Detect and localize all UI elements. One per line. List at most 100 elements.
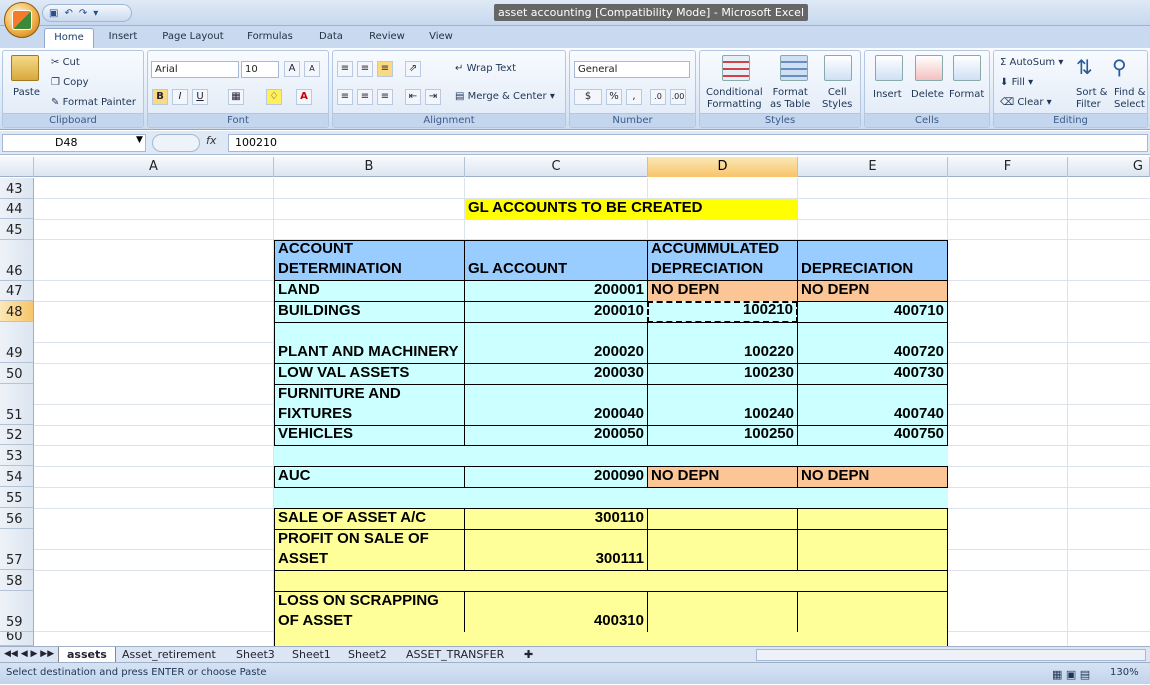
orientation-icon[interactable]: ⇗ [405,61,421,77]
cell-e49[interactable]: 400720 [797,322,948,364]
column-header-a[interactable]: A [34,157,274,177]
redo-icon[interactable]: ↷ [79,8,87,19]
insert-function-button[interactable]: fx [206,134,226,152]
cell-d49[interactable]: 100220 [647,322,798,364]
worksheet-grid[interactable]: 43 44 45 46 47 48 49 50 51 52 53 54 55 5… [0,178,1150,646]
delete-cells-icon[interactable] [915,55,943,81]
cell-e52[interactable]: 400750 [797,425,948,446]
row-header-43[interactable]: 43 [0,178,34,199]
insert-cells-icon[interactable] [875,55,903,81]
format-as-table-icon[interactable] [780,55,808,81]
row-header-53[interactable]: 53 [0,445,34,466]
cell-d59[interactable] [647,591,798,633]
cell-e47[interactable]: NO DEPN [797,280,948,302]
blank-row-53[interactable] [274,446,948,466]
sheet-tab-sheet3[interactable]: Sheet3 [228,647,283,663]
formula-input[interactable]: 100210 [228,134,1148,152]
select-all-corner[interactable] [0,157,34,177]
sheet-nav-icons[interactable]: ◀◀ ◀ ▶ ▶▶ [2,647,56,663]
header-depreciation[interactable]: DEPRECIATION [797,240,948,281]
cell-b49[interactable]: PLANT AND MACHINERY [274,322,465,364]
row-header-44[interactable]: 44 [0,199,34,219]
row-header-57[interactable]: 57 [0,529,34,570]
fill-button[interactable]: ⬇ Fill ▾ [1000,77,1033,88]
find-select-icon[interactable]: ⚲ [1112,55,1127,79]
tab-review[interactable]: Review [362,28,412,48]
conditional-formatting-icon[interactable] [722,55,750,81]
cell-d57[interactable] [647,529,798,571]
row-header-54[interactable]: 54 [0,466,34,487]
percent-button[interactable]: % [606,89,622,105]
column-header-c[interactable]: C [465,157,648,177]
title-cell[interactable]: GL ACCOUNTS TO BE CREATED [465,199,798,219]
align-left-icon[interactable]: ≡ [337,89,353,105]
column-header-b[interactable]: B [274,157,465,177]
comma-button[interactable]: , [626,89,642,105]
row-header-45[interactable]: 45 [0,219,34,240]
name-box-dropdown-icon[interactable]: ▼ [136,135,143,145]
row-header-52[interactable]: 52 [0,425,34,445]
cell-b52[interactable]: VEHICLES [274,425,465,446]
italic-button[interactable]: I [172,89,188,105]
fill-color-icon[interactable]: ♢ [266,89,282,105]
cell-b59[interactable]: LOSS ON SCRAPPING OF ASSET [274,591,465,633]
cell-d54[interactable]: NO DEPN [647,466,798,488]
wrap-text-button[interactable]: ↵ Wrap Text [455,63,516,74]
cell-d47[interactable]: NO DEPN [647,280,798,302]
cell-c49[interactable]: 200020 [464,322,648,364]
header-gl-account[interactable]: GL ACCOUNT [464,240,648,281]
insert-sheet-icon[interactable]: ✚ [516,647,541,663]
column-header-e[interactable]: E [798,157,948,177]
cell-d52[interactable]: 100250 [647,425,798,446]
cell-e54[interactable]: NO DEPN [797,466,948,488]
row-header-50[interactable]: 50 [0,363,34,384]
tab-data[interactable]: Data [310,28,352,48]
cell-c56[interactable]: 300110 [464,508,648,530]
decrease-decimal-icon[interactable]: .00 [670,89,686,105]
row-header-55[interactable]: 55 [0,487,34,508]
sort-filter-button[interactable]: Sort & Filter [1076,87,1107,111]
font-name-select[interactable]: Arial [151,61,239,78]
number-format-select[interactable]: General [574,61,690,78]
row-header-48[interactable]: 48 [0,301,34,322]
cell-e57[interactable] [797,529,948,571]
tab-view[interactable]: View [420,28,462,48]
cell-e59[interactable] [797,591,948,633]
increase-decimal-icon[interactable]: .0 [650,89,666,105]
cell-b57[interactable]: PROFIT ON SALE OF ASSET [274,529,465,571]
format-cells-icon[interactable] [953,55,981,81]
increase-indent-icon[interactable]: ⇥ [425,89,441,105]
blank-row-58[interactable] [274,570,948,592]
align-center-icon[interactable]: ≡ [357,89,373,105]
align-top-icon[interactable]: ≡ [337,61,353,77]
currency-button[interactable]: $ [574,89,602,105]
cell-c48[interactable]: 200010 [464,301,648,323]
format-as-table-button[interactable]: Format as Table [770,87,810,111]
sheet-tab-assets[interactable]: assets [58,647,116,663]
format-button[interactable]: Format [949,89,984,100]
align-middle-icon[interactable]: ≡ [357,61,373,77]
cell-c52[interactable]: 200050 [464,425,648,446]
header-account-determination[interactable]: ACCOUNT DETERMINATION [274,240,465,281]
row-60-partial[interactable] [274,632,948,646]
clear-button[interactable]: ⌫ Clear ▾ [1000,97,1052,108]
copy-button[interactable]: ❐ Copy [51,77,89,88]
row-header-49[interactable]: 49 [0,322,34,363]
cell-e56[interactable] [797,508,948,530]
office-button[interactable] [4,2,40,38]
sheet-tab-asset-retirement[interactable]: Asset_retirement [114,647,224,663]
horizontal-scrollbar[interactable] [756,649,1146,661]
cell-c50[interactable]: 200030 [464,363,648,385]
paste-button[interactable]: Paste [13,87,40,98]
tab-home[interactable]: Home [44,28,94,48]
borders-icon[interactable]: ▦ [228,89,244,105]
cell-d56[interactable] [647,508,798,530]
save-icon[interactable]: ▣ [49,8,58,19]
cell-e51[interactable]: 400740 [797,384,948,426]
merge-center-button[interactable]: ▤ Merge & Center ▾ [455,91,555,102]
tab-formulas[interactable]: Formulas [240,28,300,48]
underline-button[interactable]: U [192,89,208,105]
row-header-51[interactable]: 51 [0,384,34,425]
sheet-tab-sheet1[interactable]: Sheet1 [284,647,339,663]
column-header-f[interactable]: F [948,157,1068,177]
